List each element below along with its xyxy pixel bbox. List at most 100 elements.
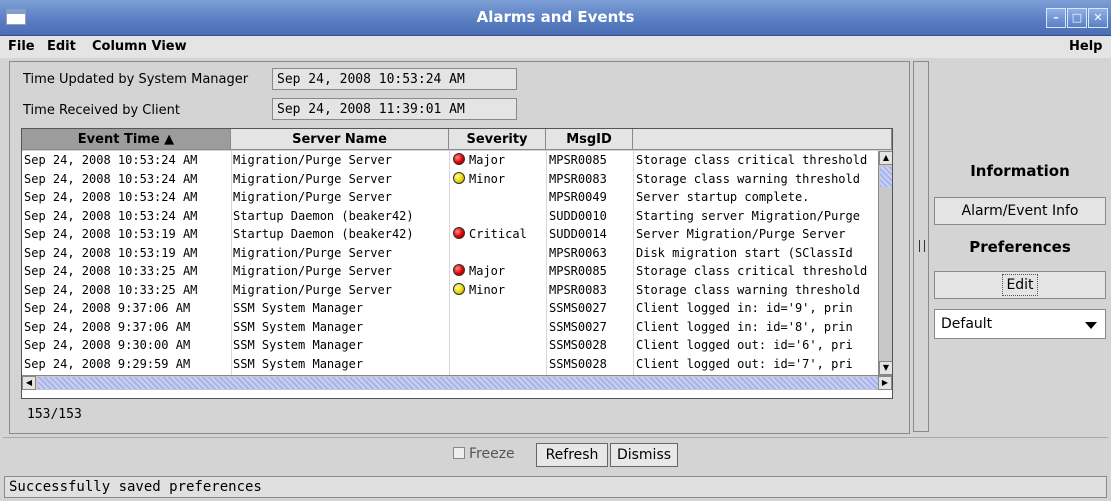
severity-label: Major	[469, 264, 506, 278]
menu-bar: File Edit Column View Help	[0, 36, 1111, 58]
cell-msgid: SSMS0028	[549, 338, 607, 352]
cell-server-name: Startup Daemon (beaker42)	[233, 227, 414, 241]
divider	[3, 437, 1108, 438]
cell-server-name: SSM System Manager	[233, 338, 364, 352]
table-row[interactable]: Sep 24, 2008 10:53:24 AM Startup Daemon (…	[22, 207, 878, 225]
preferences-select[interactable]: Default	[934, 309, 1106, 339]
time-updated-label: Time Updated by System Manager	[23, 72, 249, 87]
severity-label: Major	[469, 153, 506, 167]
alarm-event-info-button[interactable]: Alarm/Event Info	[934, 197, 1106, 225]
severity-major-icon	[453, 153, 465, 165]
cell-severity	[453, 188, 546, 206]
cell-msgid: MPSR0083	[549, 171, 607, 186]
cell-server-name: Migration/Purge Server	[233, 171, 392, 186]
cell-msgid: MPSR0085	[549, 153, 607, 167]
cell-server-name: SSM System Manager	[233, 356, 364, 371]
cell-event-time: Sep 24, 2008 10:53:24 AM	[24, 153, 198, 167]
scroll-right-icon[interactable]: ▶	[878, 376, 892, 390]
cell-message: Starting server Migration/Purge	[636, 208, 860, 223]
cell-severity	[453, 336, 546, 354]
severity-label: Minor	[469, 282, 506, 297]
cell-msgid: SSMS0028	[549, 356, 607, 371]
column-severity[interactable]: Severity	[449, 129, 546, 150]
menu-help[interactable]: Help	[1069, 39, 1102, 54]
column-event-time[interactable]: Event Time ▲	[22, 129, 231, 150]
menu-edit[interactable]: Edit	[47, 39, 76, 54]
menu-column-view[interactable]: Column View	[92, 39, 187, 54]
vertical-scrollbar[interactable]: ▲ ▼	[878, 151, 892, 375]
window-title: Alarms and Events	[476, 8, 635, 26]
severity-critical-icon	[453, 227, 465, 239]
cell-message: Client logged out: id='6', pri	[636, 338, 853, 352]
event-count: 153/153	[27, 407, 82, 422]
cell-event-time: Sep 24, 2008 9:30:00 AM	[24, 338, 191, 352]
time-received-field: Sep 24, 2008 11:39:01 AM	[272, 98, 517, 120]
menu-file[interactable]: File	[8, 39, 35, 54]
cell-message: Server Migration/Purge Server	[636, 227, 846, 241]
table-row[interactable]: Sep 24, 2008 9:30:00 AM SSM System Manage…	[22, 336, 878, 354]
table-row[interactable]: Sep 24, 2008 9:29:59 AM SSM System Manage…	[22, 355, 878, 373]
edit-preferences-button[interactable]: Edit	[934, 271, 1106, 299]
preferences-select-value: Default	[941, 316, 993, 332]
horizontal-scrollbar[interactable]: ◀ ▶	[22, 375, 892, 390]
table-row[interactable]: Sep 24, 2008 10:53:24 AM Migration/Purge …	[22, 170, 878, 188]
table-row[interactable]: Sep 24, 2008 10:53:24 AM Migration/Purge …	[22, 188, 878, 206]
cell-severity	[453, 207, 546, 225]
severity-minor-icon	[453, 282, 465, 295]
cell-message: Client logged in: id='9', prin	[636, 301, 853, 315]
column-server-name[interactable]: Server Name	[231, 129, 449, 150]
close-icon[interactable]: ✕	[1088, 8, 1108, 28]
title-bar: Alarms and Events – □ ✕	[0, 0, 1111, 36]
table-row[interactable]: Sep 24, 2008 10:53:19 AM Migration/Purge …	[22, 244, 878, 262]
cell-event-time: Sep 24, 2008 10:53:24 AM	[24, 190, 198, 204]
refresh-button[interactable]: Refresh	[536, 443, 608, 467]
cell-message: Server startup complete.	[636, 190, 810, 204]
cell-msgid: SSMS0027	[549, 319, 607, 334]
table-row[interactable]: Sep 24, 2008 10:33:25 AM Migration/Purge …	[22, 262, 878, 280]
vertical-scroll-thumb[interactable]	[880, 167, 892, 187]
freeze-checkbox[interactable]: Freeze	[453, 446, 515, 462]
scroll-up-icon[interactable]: ▲	[879, 151, 892, 165]
cell-msgid: MPSR0063	[549, 245, 607, 260]
cell-server-name: Migration/Purge Server	[233, 153, 392, 167]
maximize-icon[interactable]: □	[1067, 8, 1087, 28]
cell-msgid: SUDD0014	[549, 227, 607, 241]
horizontal-scroll-thumb[interactable]	[38, 377, 878, 389]
dismiss-button[interactable]: Dismiss	[610, 443, 678, 467]
splitter-grip-icon[interactable]	[919, 240, 925, 252]
scroll-down-icon[interactable]: ▼	[879, 361, 892, 375]
cell-message: Storage class warning threshold	[636, 171, 860, 186]
cell-server-name: Migration/Purge Server	[233, 245, 392, 260]
table-row[interactable]: Sep 24, 2008 10:53:24 AM Migration/Purge …	[22, 151, 878, 169]
table-row[interactable]: Sep 24, 2008 9:37:06 AM SSM System Manage…	[22, 299, 878, 317]
information-heading: Information	[970, 162, 1070, 180]
table-row[interactable]: Sep 24, 2008 10:33:25 AM Migration/Purge …	[22, 281, 878, 299]
cell-severity: Minor	[453, 281, 546, 299]
cell-message: Storage class critical threshold	[636, 153, 868, 167]
edit-button-label: Edit	[1002, 274, 1038, 296]
cell-server-name: SSM System Manager	[233, 301, 364, 315]
column-msgid[interactable]: MsgID	[546, 129, 633, 150]
table-row[interactable]: Sep 24, 2008 9:37:06 AM SSM System Manage…	[22, 318, 878, 336]
cell-msgid: MPSR0083	[549, 282, 607, 297]
cell-msgid: MPSR0049	[549, 190, 607, 204]
cell-severity: Major	[453, 262, 546, 280]
minimize-icon[interactable]: –	[1046, 8, 1066, 28]
cell-severity	[453, 355, 546, 373]
cell-event-time: Sep 24, 2008 10:53:24 AM	[24, 208, 198, 223]
cell-server-name: SSM System Manager	[233, 319, 364, 334]
column-message[interactable]	[633, 129, 892, 150]
cell-severity: Minor	[453, 170, 546, 188]
cell-event-time: Sep 24, 2008 10:53:19 AM	[24, 227, 198, 241]
checkbox-icon[interactable]	[453, 447, 465, 459]
panel-splitter[interactable]	[913, 61, 929, 432]
chevron-down-icon[interactable]	[1085, 322, 1097, 329]
cell-message: Client logged in: id='8', prin	[636, 319, 853, 334]
table-header: Event Time ▲ Server Name Severity MsgID	[22, 129, 892, 151]
cell-severity	[453, 244, 546, 262]
cell-severity	[453, 299, 546, 317]
severity-major-icon	[453, 264, 465, 276]
table-row[interactable]: Sep 24, 2008 10:53:19 AM Startup Daemon (…	[22, 225, 878, 243]
severity-minor-icon	[453, 171, 465, 184]
scroll-left-icon[interactable]: ◀	[22, 376, 36, 390]
